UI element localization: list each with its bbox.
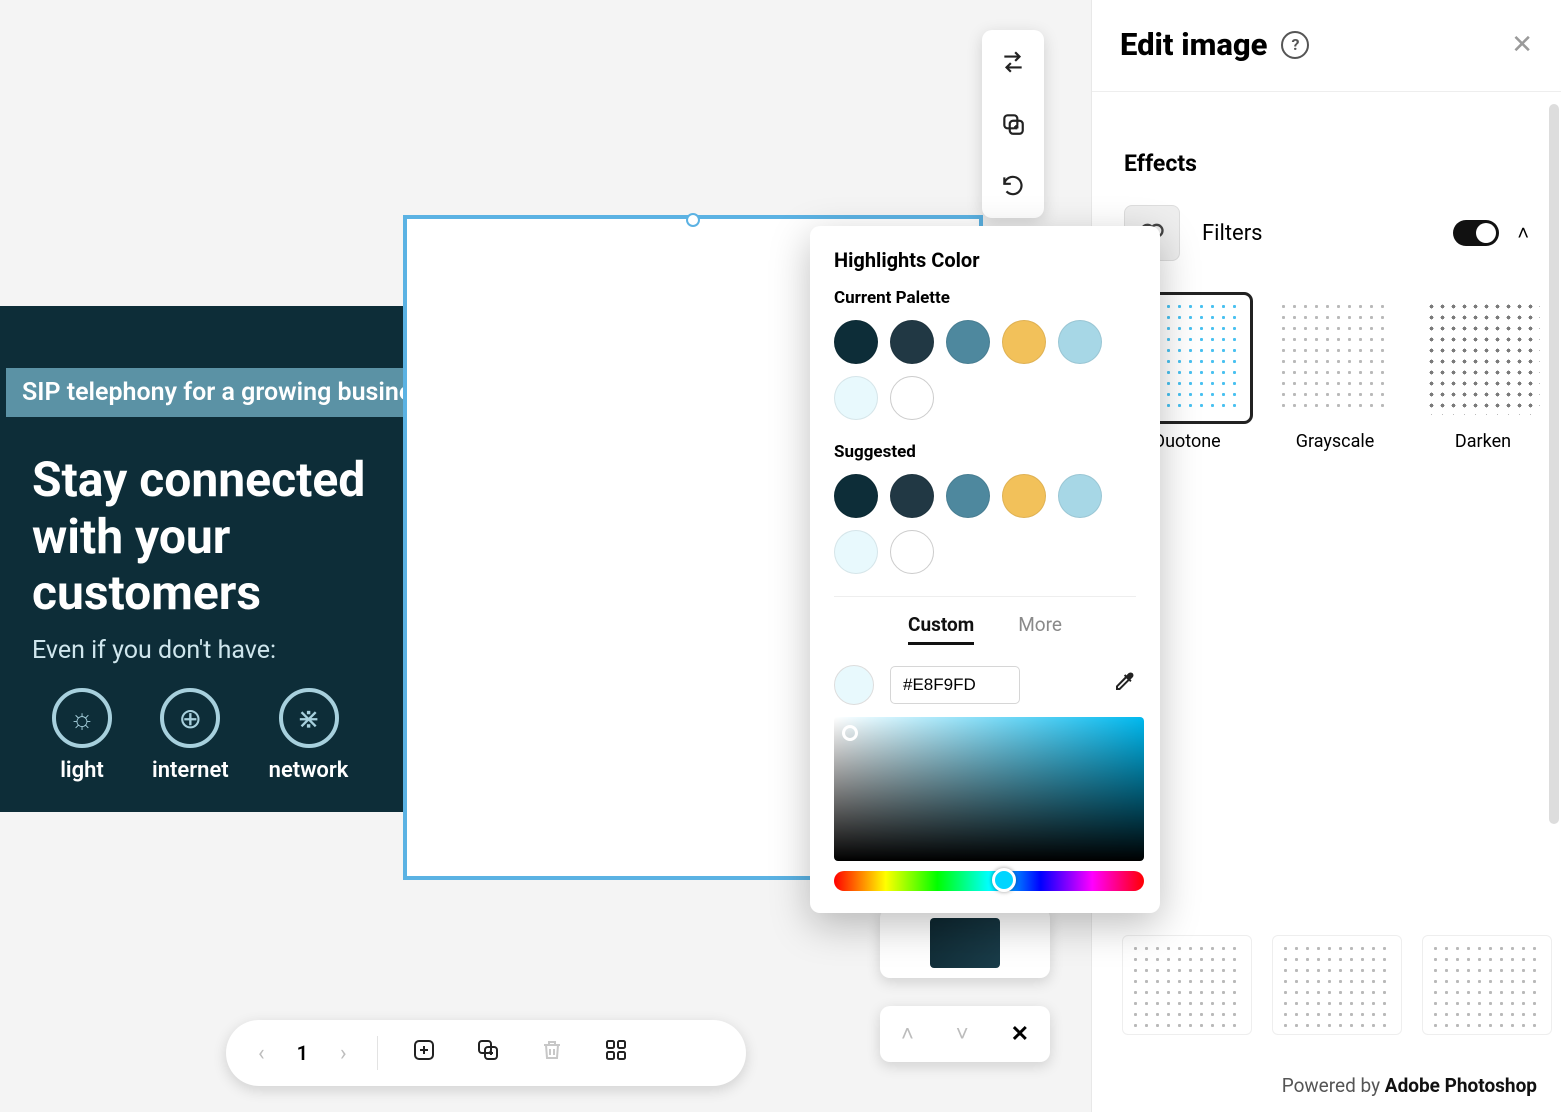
color-swatch[interactable] [1002, 320, 1046, 364]
add-page-button[interactable] [398, 1038, 450, 1068]
selection-handle-top[interactable] [686, 213, 700, 227]
hue-slider[interactable] [834, 871, 1144, 891]
color-tabs: Custom More [834, 596, 1136, 645]
page-number: 1 [287, 1041, 318, 1065]
edit-image-sidebar: Edit image ? ✕ Effects Filters ˄ [1091, 0, 1561, 1112]
swap-icon[interactable] [999, 48, 1027, 76]
sidebar-header: Edit image ? ✕ [1092, 0, 1561, 91]
bottom-toolbar: ‹ 1 › [226, 1020, 746, 1086]
filter-card-grayscale[interactable] [1272, 295, 1398, 421]
filters-toggle[interactable] [1453, 220, 1499, 246]
current-palette-label: Current Palette [834, 288, 1136, 308]
rotate-icon[interactable] [999, 172, 1027, 200]
filter-card[interactable] [1122, 935, 1252, 1035]
filter-card-row-2 [1122, 935, 1552, 1035]
color-swatch[interactable] [890, 530, 934, 574]
filters-row: Filters ˄ [1124, 205, 1529, 261]
filters-label: Filters [1202, 221, 1263, 246]
eyedropper-icon[interactable] [1112, 670, 1136, 700]
filter-card[interactable] [1272, 935, 1402, 1035]
banner-icon-label: internet [152, 758, 229, 783]
nav-pill: ˄ ˅ ✕ [880, 1006, 1050, 1062]
current-palette [834, 320, 1136, 420]
color-gradient-area[interactable] [834, 717, 1144, 861]
color-swatch[interactable] [834, 530, 878, 574]
duplicate-icon[interactable] [999, 110, 1027, 138]
hex-preview-swatch [834, 665, 874, 705]
highlights-color-popover: Highlights Color Current Palette Suggest… [810, 226, 1160, 913]
collapse-icon[interactable]: ˄ [1517, 221, 1529, 246]
filter-card[interactable] [1422, 935, 1552, 1035]
effects-heading: Effects [1124, 150, 1529, 177]
color-swatch[interactable] [834, 376, 878, 420]
color-swatch[interactable] [890, 320, 934, 364]
filter-preview [1278, 301, 1392, 415]
hex-row [834, 665, 1136, 705]
color-swatch[interactable] [890, 474, 934, 518]
sidebar-title: Edit image [1120, 26, 1267, 63]
color-swatch[interactable] [834, 320, 878, 364]
banner-icon-item: ☼ light [52, 688, 112, 783]
network-icon: ⋇ [279, 688, 339, 748]
vertical-toolbar [982, 30, 1044, 218]
help-icon[interactable]: ? [1281, 31, 1309, 59]
banner-headline: Stay connectedwith yourcustomers [32, 452, 365, 622]
banner-icon-label: light [60, 758, 104, 783]
filter-preview [1426, 301, 1540, 415]
scrollbar[interactable] [1549, 104, 1559, 824]
filter-card-list: Duotone Grayscale Darken [1124, 295, 1529, 452]
filter-card-wrap: Grayscale [1272, 295, 1398, 452]
globe-icon: ⊕ [160, 688, 220, 748]
nav-prev[interactable]: ˄ [901, 1021, 914, 1047]
duplicate-page-button[interactable] [462, 1038, 514, 1068]
hex-input[interactable] [890, 666, 1020, 704]
next-page[interactable]: › [330, 1041, 357, 1066]
nav-close[interactable]: ✕ [1011, 1022, 1029, 1047]
color-swatch[interactable] [946, 474, 990, 518]
divider [377, 1036, 378, 1070]
banner-icon-label: network [269, 758, 349, 783]
banner-tag: SIP telephony for a growing business [6, 368, 454, 417]
banner-subline: Even if you don't have: [32, 636, 276, 665]
banner-icon-row: ☼ light ⊕ internet ⋇ network [52, 688, 348, 783]
image-thumbnail[interactable] [930, 918, 1000, 968]
hue-thumb[interactable] [992, 868, 1016, 892]
image-thumbnail-tray [880, 908, 1050, 978]
tab-more[interactable]: More [1018, 613, 1062, 645]
nav-next[interactable]: ˅ [956, 1021, 969, 1047]
color-swatch[interactable] [1058, 320, 1102, 364]
filter-card-label: Grayscale [1296, 431, 1375, 452]
delete-page-button[interactable] [526, 1038, 578, 1068]
banner-icon-item: ⋇ network [269, 688, 349, 783]
popover-title: Highlights Color [834, 248, 1136, 272]
gradient-thumb[interactable] [842, 725, 858, 741]
prev-page[interactable]: ‹ [248, 1041, 275, 1066]
filter-card-label: Darken [1455, 431, 1511, 452]
suggested-palette-label: Suggested [834, 442, 1136, 462]
filter-card-label: Duotone [1153, 431, 1220, 452]
powered-by: Powered by Adobe Photoshop [1282, 1074, 1537, 1097]
bulb-icon: ☼ [52, 688, 112, 748]
filter-card-darken[interactable] [1420, 295, 1546, 421]
close-icon[interactable]: ✕ [1511, 30, 1533, 60]
color-swatch[interactable] [890, 376, 934, 420]
grid-view-button[interactable] [590, 1038, 642, 1068]
color-swatch[interactable] [1002, 474, 1046, 518]
filter-card-wrap: Darken [1420, 295, 1546, 452]
suggested-palette [834, 474, 1136, 574]
color-swatch[interactable] [946, 320, 990, 364]
tab-custom[interactable]: Custom [908, 613, 974, 645]
banner-icon-item: ⊕ internet [152, 688, 229, 783]
color-swatch[interactable] [1058, 474, 1102, 518]
color-swatch[interactable] [834, 474, 878, 518]
